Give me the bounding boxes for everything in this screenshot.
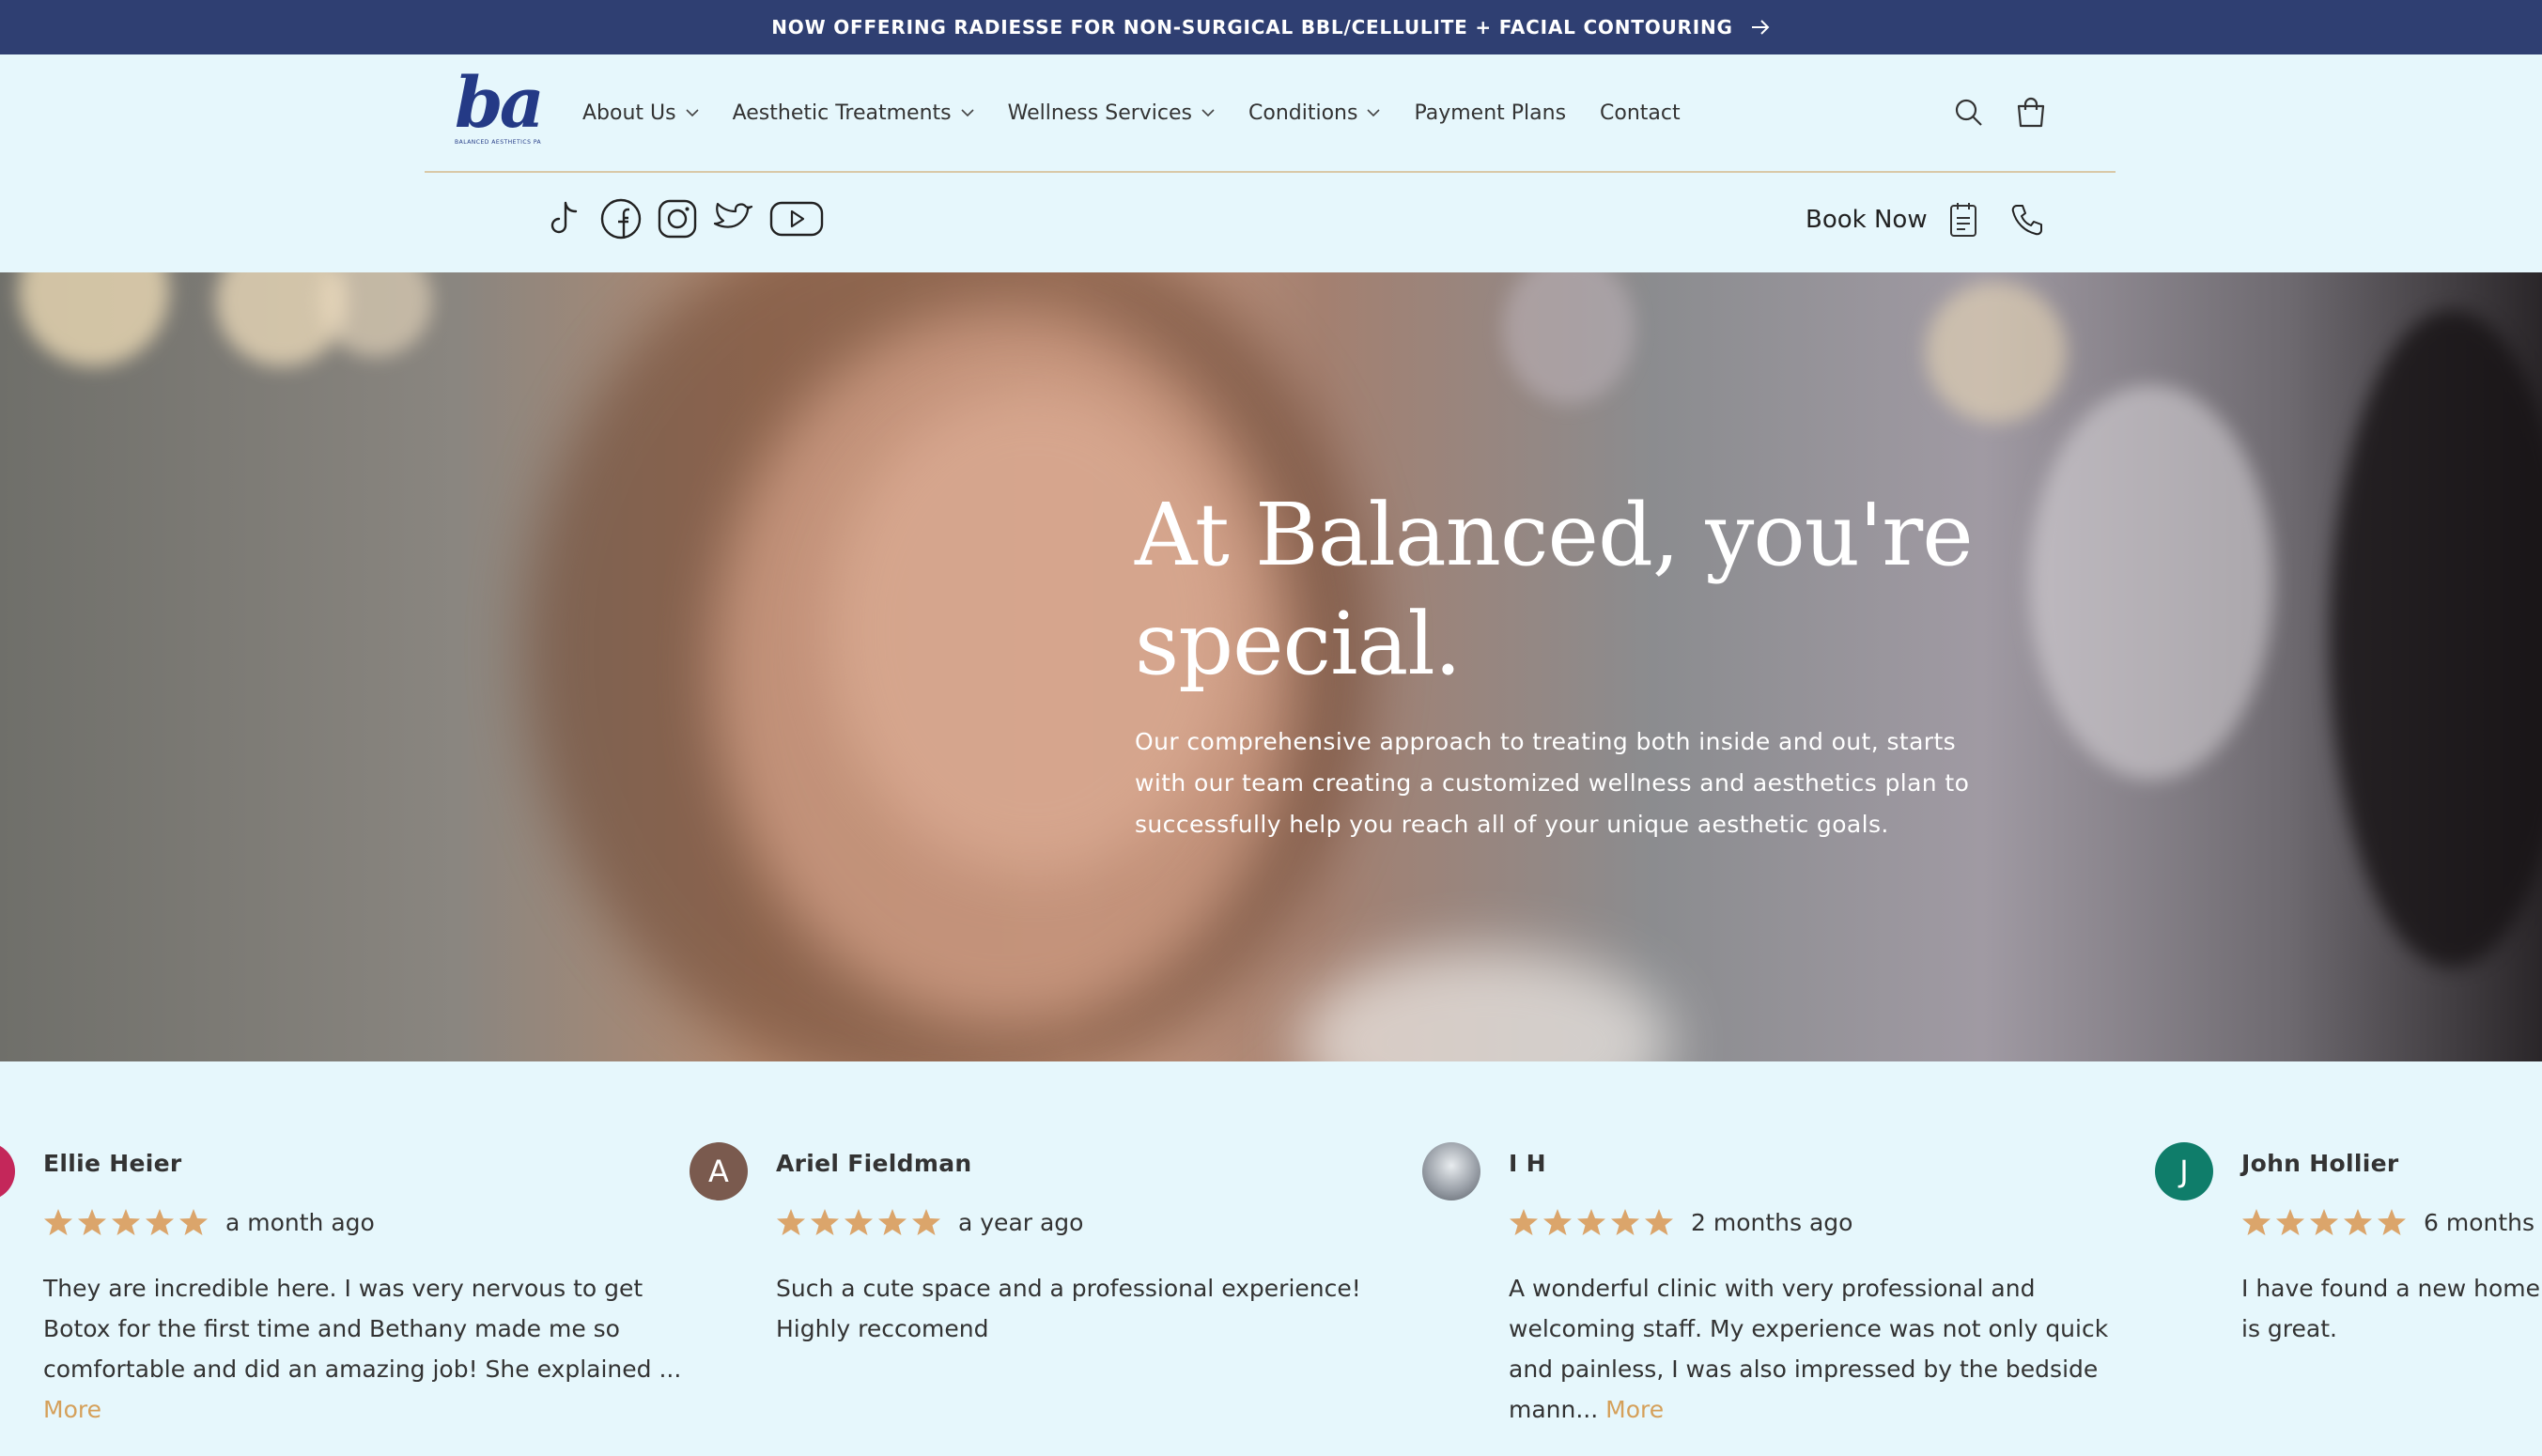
avatar — [1422, 1142, 1480, 1200]
star-icon — [78, 1209, 106, 1235]
book-now-label: Book Now — [1806, 206, 1928, 234]
chevron-down-icon — [961, 109, 974, 117]
star-rating — [2241, 1207, 2407, 1237]
calendar-icon — [1949, 203, 1976, 237]
star-icon — [1577, 1209, 1605, 1235]
review-body: A wonderful clinic with very professiona… — [1509, 1275, 2109, 1423]
nav-label: Wellness Services — [1007, 101, 1192, 125]
review-card: I H 2 months ago A wonderful clinic with… — [1422, 1142, 2166, 1430]
arrow-right-icon — [1751, 20, 1770, 35]
reviewer-name: I H — [1509, 1150, 1546, 1177]
announcement-bar[interactable]: NOW OFFERING RADIESSE FOR NON-SURGICAL B… — [0, 0, 2542, 54]
star-icon — [112, 1209, 140, 1235]
search-icon[interactable] — [1952, 96, 1986, 130]
star-icon — [1510, 1209, 1538, 1235]
nav-payment-plans[interactable]: Payment Plans — [1414, 101, 1566, 125]
star-icon — [2310, 1209, 2338, 1235]
review-meta: a month ago — [43, 1202, 701, 1242]
star-icon — [1645, 1209, 1673, 1235]
review-card: J John Hollier 6 months I have found a n… — [2155, 1142, 2542, 1349]
nav-label: Payment Plans — [1414, 101, 1567, 125]
header-divider — [425, 171, 2116, 173]
star-icon — [1543, 1209, 1572, 1235]
review-meta: 2 months ago — [1509, 1202, 2166, 1242]
chevron-down-icon — [686, 109, 699, 117]
star-icon — [811, 1209, 839, 1235]
nav-label: About Us — [582, 101, 676, 125]
star-icon — [878, 1209, 907, 1235]
reviewer-name: John Hollier — [2241, 1150, 2399, 1177]
star-icon — [845, 1209, 873, 1235]
nav-about-us[interactable]: About Us — [582, 101, 699, 125]
review-meta: 6 months — [2241, 1202, 2542, 1242]
review-text: I have found a new home is great. — [2241, 1268, 2542, 1349]
review-date: a month ago — [225, 1208, 375, 1236]
hero-subtitle: Our comprehensive approach to treating b… — [1135, 728, 1970, 838]
star-icon — [912, 1209, 940, 1235]
reviewer-name: Ariel Fieldman — [776, 1150, 972, 1177]
nav-label: Aesthetic Treatments — [732, 101, 952, 125]
avatar-letter: J — [2179, 1154, 2189, 1189]
site-logo[interactable]: ba BALANCED AESTHETICS PA — [455, 63, 545, 160]
review-more-link[interactable]: More — [43, 1396, 101, 1423]
logo-tagline: BALANCED AESTHETICS PA — [455, 139, 542, 146]
nav-aesthetic-treatments[interactable]: Aesthetic Treatments — [733, 101, 974, 125]
chevron-down-icon — [1367, 109, 1381, 117]
main-nav: About Us Aesthetic Treatments Wellness S… — [582, 96, 1714, 130]
announcement-text[interactable]: NOW OFFERING RADIESSE FOR NON-SURGICAL B… — [771, 16, 1733, 39]
review-card: Ellie Heier a month ago They are incredi… — [0, 1142, 701, 1430]
nav-label: Conditions — [1248, 101, 1358, 125]
site-header: ba BALANCED AESTHETICS PA About Us Aesth… — [0, 54, 2542, 272]
review-text: Such a cute space and a professional exp… — [776, 1268, 1424, 1349]
chevron-down-icon — [1201, 109, 1215, 117]
social-links — [543, 197, 825, 240]
review-card: A Ariel Fieldman a year ago Such a cute … — [690, 1142, 1434, 1349]
facebook-icon[interactable] — [599, 197, 643, 240]
review-date: 2 months ago — [1691, 1208, 1853, 1236]
review-date: 6 months — [2424, 1208, 2535, 1236]
review-more-link[interactable]: More — [1605, 1396, 1664, 1423]
nav-conditions[interactable]: Conditions — [1248, 101, 1381, 125]
review-body: Such a cute space and a professional exp… — [776, 1275, 1361, 1342]
tiktok-icon[interactable] — [543, 197, 586, 240]
reviewer-name: Ellie Heier — [43, 1150, 182, 1177]
star-icon — [146, 1209, 174, 1235]
star-rating — [43, 1207, 209, 1237]
hero-title: At Balanced, you're special. — [1135, 481, 2074, 699]
star-rating — [776, 1207, 941, 1237]
avatar: J — [2155, 1142, 2213, 1200]
hero-title-line1: At Balanced, you're — [1135, 485, 1974, 585]
avatar: A — [690, 1142, 748, 1200]
logo-mark: ba — [455, 63, 545, 144]
star-icon — [2242, 1209, 2271, 1235]
star-icon — [777, 1209, 805, 1235]
review-text: They are incredible here. I was very ner… — [43, 1268, 691, 1430]
review-body: They are incredible here. I was very ner… — [43, 1275, 682, 1383]
nav-wellness-services[interactable]: Wellness Services — [1008, 101, 1215, 125]
avatar-letter: A — [708, 1154, 729, 1189]
star-icon — [2276, 1209, 2304, 1235]
star-icon — [2344, 1209, 2372, 1235]
twitter-icon[interactable] — [712, 197, 755, 240]
star-icon — [44, 1209, 72, 1235]
review-meta: a year ago — [776, 1202, 1434, 1242]
instagram-icon[interactable] — [656, 197, 699, 240]
review-date: a year ago — [958, 1208, 1084, 1236]
youtube-icon[interactable] — [768, 197, 825, 240]
star-icon — [179, 1209, 208, 1235]
phone-icon[interactable] — [2010, 203, 2044, 237]
hero-banner: At Balanced, you're special. Our compreh… — [0, 272, 2542, 1061]
reviews-section: Ellie Heier a month ago They are incredi… — [0, 1061, 2542, 1456]
review-text: A wonderful clinic with very professiona… — [1509, 1268, 2157, 1430]
star-rating — [1509, 1207, 1674, 1237]
cart-icon[interactable] — [2014, 96, 2048, 130]
avatar — [0, 1142, 15, 1200]
star-icon — [1611, 1209, 1639, 1235]
book-now-link[interactable]: Book Now — [1806, 201, 1980, 239]
nav-contact[interactable]: Contact — [1600, 101, 1681, 125]
nav-label: Contact — [1600, 101, 1681, 125]
review-body: I have found a new home is great. — [2241, 1275, 2540, 1342]
star-icon — [2378, 1209, 2406, 1235]
hero-title-line2: special. — [1135, 594, 1462, 694]
